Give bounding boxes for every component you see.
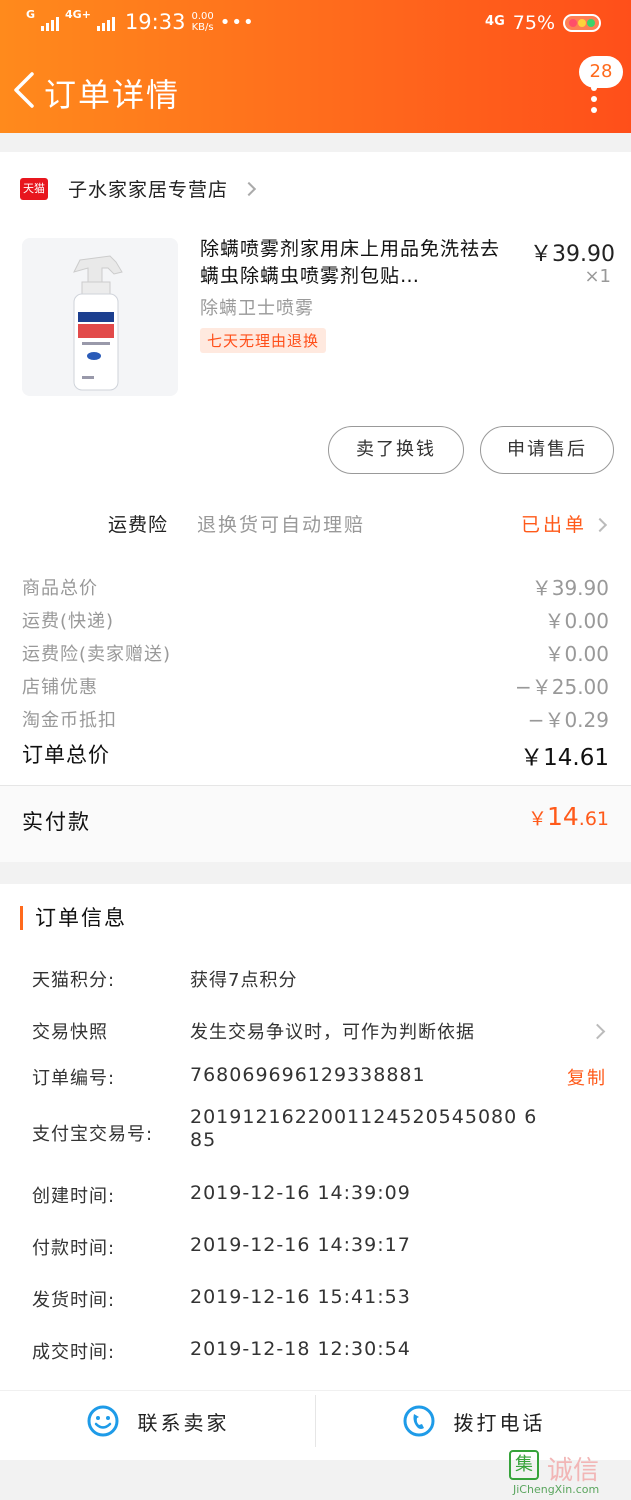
closed-time-value: 2019-12-18 12:30:54 <box>190 1338 411 1360</box>
signal-icon <box>41 13 60 31</box>
points-value: 获得7点积分 <box>190 970 298 991</box>
freight-insurance-label: 运费险 <box>108 514 169 536</box>
after-sales-button[interactable]: 申请售后 <box>480 426 614 474</box>
price-row: 商品总价 ￥39.90 <box>0 570 631 603</box>
chat-smile-icon <box>87 1405 118 1437</box>
price-row-label: 商品总价 <box>22 578 98 599</box>
network-speed-value: 0.00 <box>191 11 214 22</box>
amount-paid-value: ￥14.61 <box>528 802 609 831</box>
network-speed: 0.00 KB/s <box>191 11 213 33</box>
product-price: ￥39.90 <box>530 242 615 267</box>
signal-icon-2 <box>96 13 115 31</box>
order-info-card: 订单信息 天猫积分: 获得7点积分 交易快照 发生交易争议时，可作为判断依据 订… <box>0 884 631 1460</box>
price-row-value: ￥39.90 <box>531 576 609 600</box>
created-time-label: 创建时间: <box>32 1186 116 1207</box>
product-image[interactable] <box>22 238 178 396</box>
freight-insurance-status: 已出单 <box>520 514 587 536</box>
contact-seller-label: 联系卖家 <box>137 1410 230 1435</box>
alipay-value-line2: 85 <box>190 1129 217 1151</box>
price-row: 运费险(卖家赠送) ￥0.00 <box>0 636 631 669</box>
shipped-time-value: 2019-12-16 15:41:53 <box>190 1286 411 1308</box>
freight-insurance-desc: 退换货可自动理赔 <box>197 514 366 536</box>
order-total-label: 订单总价 <box>22 743 110 767</box>
watermark-logo: 集 <box>509 1450 539 1480</box>
battery-level: 75% <box>512 12 555 34</box>
order-total-row: 订单总价 ￥14.61 <box>0 735 631 775</box>
price-row-value: −￥0.29 <box>527 708 609 732</box>
alipay-value: 2019121622001124520545080 6 85 <box>190 1106 537 1152</box>
top-bar: G 4G+ 19:33 0.00 KB/s ••• 4G 75% 订单详情 28 <box>0 0 631 133</box>
contact-seller-button[interactable]: 联系卖家 <box>0 1391 315 1451</box>
snapshot-value: 发生交易争议时，可作为判断依据 <box>190 1022 475 1043</box>
resell-button[interactable]: 卖了换钱 <box>328 426 464 474</box>
snapshot-label: 交易快照 <box>32 1022 108 1043</box>
watermark-url: JiChengXin.com <box>513 1483 600 1496</box>
price-row: 运费(快递) ￥0.00 <box>0 603 631 636</box>
alipay-label: 支付宝交易号: <box>32 1124 154 1145</box>
order-number-label: 订单编号: <box>32 1068 116 1089</box>
call-label: 拨打电话 <box>453 1410 546 1435</box>
closed-time-label: 成交时间: <box>32 1342 116 1363</box>
shop-name: 子水家家居专营店 <box>68 179 229 201</box>
created-time-value: 2019-12-16 14:39:09 <box>190 1182 411 1204</box>
price-row: 淘金币抵扣 −￥0.29 <box>0 702 631 735</box>
product-sku: 除螨卫士喷雾 <box>200 298 314 319</box>
section-title: 订单信息 <box>20 906 127 930</box>
product-quantity: ×1 <box>584 266 611 287</box>
amount-paid-row: 实付款 ￥14.61 <box>0 786 631 862</box>
price-row-value: ￥0.00 <box>544 642 609 666</box>
amount-paid-integer: 14 <box>546 802 579 831</box>
shipped-time-label: 发货时间: <box>32 1290 116 1311</box>
paid-time-label: 付款时间: <box>32 1238 116 1259</box>
points-label: 天猫积分: <box>32 970 116 991</box>
product-title[interactable]: 除螨喷雾剂家用床上用品免洗祛去螨虫除螨虫喷雾剂包贴… <box>200 236 505 290</box>
battery-icon <box>563 14 601 32</box>
call-button[interactable]: 拨打电话 <box>316 1391 631 1451</box>
price-breakdown: 商品总价 ￥39.90 运费(快递) ￥0.00 运费险(卖家赠送) ￥0.00… <box>0 570 631 775</box>
chevron-right-icon <box>592 517 608 533</box>
tmall-logo: 天猫 <box>20 177 48 200</box>
amount-paid-decimal: .61 <box>578 808 609 830</box>
price-row-label: 运费险(卖家赠送) <box>22 644 172 665</box>
amount-paid-currency: ￥ <box>527 808 547 830</box>
price-row-label: 店铺优惠 <box>22 677 98 698</box>
status-time: 19:33 <box>124 10 186 34</box>
alipay-value-line1: 2019121622001124520545080 6 <box>190 1106 538 1128</box>
price-row-label: 运费(快递) <box>22 611 115 632</box>
order-card: 天猫 子水家家居专营店 除螨喷雾剂家用床上用品免洗祛去螨虫除螨虫喷雾剂包贴… ￥… <box>0 152 631 862</box>
price-row: 店铺优惠 −￥25.00 <box>0 669 631 702</box>
price-row-label: 淘金币抵扣 <box>22 710 117 731</box>
paid-time-value: 2019-12-16 14:39:17 <box>190 1234 411 1256</box>
snapshot-row[interactable]: 交易快照 发生交易争议时，可作为判断依据 <box>0 1018 631 1048</box>
copy-button[interactable]: 复制 <box>567 1064 607 1090</box>
return-policy-tag: 七天无理由退换 <box>200 328 327 353</box>
status-bar: G 4G+ 19:33 0.00 KB/s ••• 4G 75% <box>0 0 631 48</box>
freight-insurance-row[interactable]: 运费险 退换货可自动理赔 已出单 <box>0 510 631 540</box>
price-row-value: ￥0.00 <box>544 609 609 633</box>
shop-link[interactable]: 天猫 子水家家居专营店 <box>20 175 257 202</box>
spray-bottle-icon <box>22 238 178 396</box>
message-count-badge[interactable]: 28 <box>579 56 623 88</box>
phone-icon <box>403 1405 434 1437</box>
order-number-value: 768069696129338881 <box>190 1064 426 1086</box>
more-notifications-icon: ••• <box>219 11 255 33</box>
price-row-value: −￥25.00 <box>514 675 609 699</box>
amount-paid-label: 实付款 <box>22 810 91 834</box>
page-title: 订单详情 <box>44 76 181 114</box>
order-total-value: ￥14.61 <box>520 745 609 771</box>
network-type-right: 4G <box>485 13 505 29</box>
site-watermark: 集 诚信 JiChengXin.com <box>509 1450 625 1498</box>
watermark-text: 诚信 <box>547 1456 600 1486</box>
chevron-right-icon <box>241 181 257 196</box>
title-bar: 订单详情 28 <box>0 56 631 126</box>
network-speed-unit: KB/s <box>191 22 214 33</box>
back-icon[interactable] <box>10 70 40 110</box>
network-type-1: G <box>26 7 36 21</box>
network-type-2: 4G+ <box>65 7 91 21</box>
chevron-right-icon <box>589 1023 606 1040</box>
bottom-actions: 联系卖家 拨打电话 <box>0 1390 631 1450</box>
